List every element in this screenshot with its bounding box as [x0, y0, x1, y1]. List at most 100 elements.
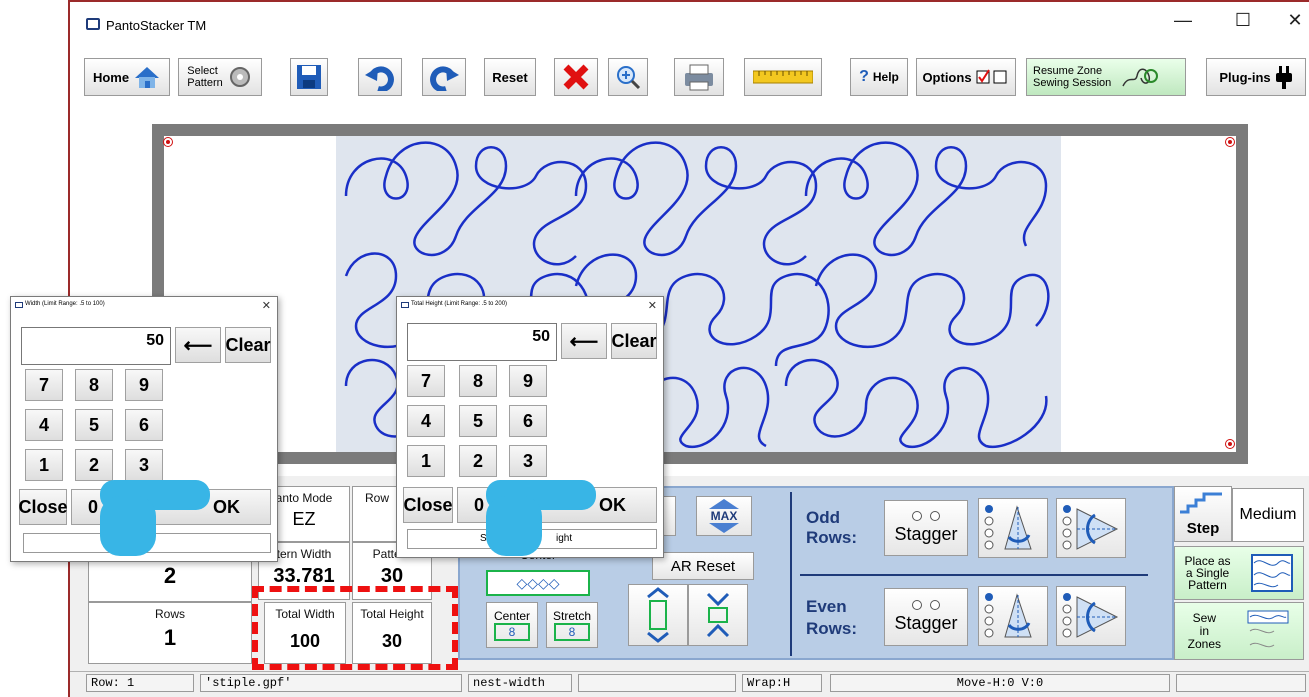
corner-marker[interactable]	[1226, 440, 1234, 448]
max-button[interactable]: MAX	[696, 496, 752, 536]
compress-vertical-icon	[706, 592, 730, 638]
undo-button[interactable]	[358, 58, 402, 96]
redo-button[interactable]	[422, 58, 466, 96]
toolbar: Home Select Pattern Reset ? Help Options…	[70, 50, 1309, 106]
key-8[interactable]: 8	[459, 365, 497, 397]
key-5[interactable]: 5	[75, 409, 113, 441]
key-6[interactable]: 6	[125, 409, 163, 441]
even-flip-vertical-button[interactable]	[978, 586, 1048, 646]
expand-vertical-button[interactable]	[628, 584, 688, 646]
key-4[interactable]: 4	[407, 405, 445, 437]
key-8[interactable]: 8	[75, 369, 113, 401]
magnifier-icon	[617, 66, 641, 90]
red-x-icon	[563, 64, 589, 90]
key-5[interactable]: 5	[459, 405, 497, 437]
key-6[interactable]: 6	[509, 405, 547, 437]
zoom-button[interactable]	[608, 58, 648, 96]
question-icon: ?	[859, 68, 869, 85]
place-single-pattern-button[interactable]: Place as a Single Pattern	[1174, 546, 1304, 600]
resume-label-2: Sewing Session	[1033, 77, 1112, 89]
corner-marker[interactable]	[1226, 138, 1234, 146]
delete-button[interactable]	[554, 58, 598, 96]
even-stagger-button[interactable]: Stagger	[884, 588, 968, 646]
backspace-button[interactable]: ⟵	[561, 323, 607, 359]
stretch-vertical-button[interactable]	[688, 584, 748, 646]
reset-button[interactable]: Reset	[484, 58, 536, 96]
help-button[interactable]: ? Help	[850, 58, 908, 96]
clear-button[interactable]: Clear	[225, 327, 271, 363]
sew-in-zones-button[interactable]: Sew in Zones	[1174, 602, 1304, 660]
status-extra	[1176, 674, 1306, 692]
odd-flip-horizontal-button[interactable]	[1056, 498, 1126, 558]
pointing-hand-palm	[100, 496, 156, 556]
corner-marker[interactable]	[164, 138, 172, 146]
plugins-button[interactable]: Plug-ins	[1206, 58, 1306, 96]
home-label: Home	[92, 69, 130, 85]
height-dialog-close-icon[interactable]: ✕	[648, 299, 657, 312]
even-rows-label: Even Rows:	[806, 597, 857, 638]
options-button[interactable]: Options	[916, 58, 1016, 96]
maximize-button[interactable]: ☐	[1228, 10, 1258, 31]
key-9[interactable]: 9	[509, 365, 547, 397]
key-3[interactable]: 3	[125, 449, 163, 481]
key-1[interactable]: 1	[407, 445, 445, 477]
status-wrap: Wrap:H	[742, 674, 822, 692]
step-label: Step	[1186, 520, 1220, 537]
clear-button[interactable]: Clear	[611, 323, 657, 359]
max-label: MAX	[710, 509, 738, 523]
backspace-button[interactable]: ⟵	[175, 327, 221, 363]
close-button[interactable]: ✕	[1280, 10, 1309, 31]
stretch-button[interactable]: Stretch 8	[546, 602, 598, 648]
rows-label: Rows	[154, 607, 185, 621]
key-3[interactable]: 3	[509, 445, 547, 477]
select-pattern-button[interactable]: Select Pattern	[178, 58, 262, 96]
title-bar: PantoStacker TM — ☐ ✕	[70, 2, 1309, 50]
pattern-width-value: 33.781	[273, 565, 335, 587]
key-7[interactable]: 7	[407, 365, 445, 397]
status-mode: nest-width	[468, 674, 572, 692]
key-7[interactable]: 7	[25, 369, 63, 401]
center-button[interactable]: Center 8	[486, 602, 538, 648]
key-2[interactable]: 2	[459, 445, 497, 477]
undo-icon	[365, 66, 394, 91]
flip-vertical-icon	[984, 505, 1032, 550]
odd-stagger-button[interactable]: Stagger	[884, 500, 968, 556]
dialog-icon	[401, 302, 409, 308]
key-9[interactable]: 9	[125, 369, 163, 401]
rows-cell[interactable]: Rows 1	[88, 602, 252, 664]
quilt-frame[interactable]	[152, 124, 1248, 464]
dialog-close-button[interactable]: Close	[403, 487, 453, 523]
save-button[interactable]	[290, 58, 328, 96]
zones-grid-icon	[1247, 610, 1289, 648]
highlight-box	[252, 586, 458, 670]
status-row: Row: 1	[86, 674, 194, 692]
key-1[interactable]: 1	[25, 449, 63, 481]
odd-rows-label: Odd Rows:	[806, 508, 857, 547]
redo-icon	[430, 66, 459, 91]
stagger-radios	[911, 600, 941, 613]
expand-vertical-icon	[647, 587, 669, 643]
print-button[interactable]	[674, 58, 724, 96]
sew-zones-label: Sew in Zones	[1187, 610, 1222, 651]
options-label: Options	[922, 69, 972, 85]
odd-flip-vertical-button[interactable]	[978, 498, 1048, 558]
width-value-display[interactable]: 50	[21, 327, 171, 365]
width-dialog-close-icon[interactable]: ✕	[262, 299, 271, 312]
even-stagger-label: Stagger	[894, 613, 958, 633]
ruler-button[interactable]	[744, 58, 822, 96]
status-empty	[578, 674, 736, 692]
center-row-button[interactable]: ◇◇◇◇	[486, 570, 590, 596]
key-2[interactable]: 2	[75, 449, 113, 481]
key-4[interactable]: 4	[25, 409, 63, 441]
resume-zone-button[interactable]: Resume Zone Sewing Session	[1026, 58, 1186, 96]
window-title: PantoStacker TM	[106, 18, 207, 33]
minimize-button[interactable]: —	[1168, 10, 1198, 31]
dialog-close-button[interactable]: Close	[18, 489, 68, 525]
even-flip-horizontal-button[interactable]	[1056, 586, 1126, 646]
height-value-display[interactable]: 50	[407, 323, 557, 361]
floppy-disk-icon	[297, 65, 321, 89]
ar-reset-button[interactable]: AR Reset	[652, 552, 754, 580]
status-bar: Row: 1 'stiple.gpf' nest-width Wrap:H Mo…	[70, 671, 1309, 693]
home-button[interactable]: Home	[84, 58, 170, 96]
medium-button[interactable]: Medium	[1232, 488, 1304, 542]
